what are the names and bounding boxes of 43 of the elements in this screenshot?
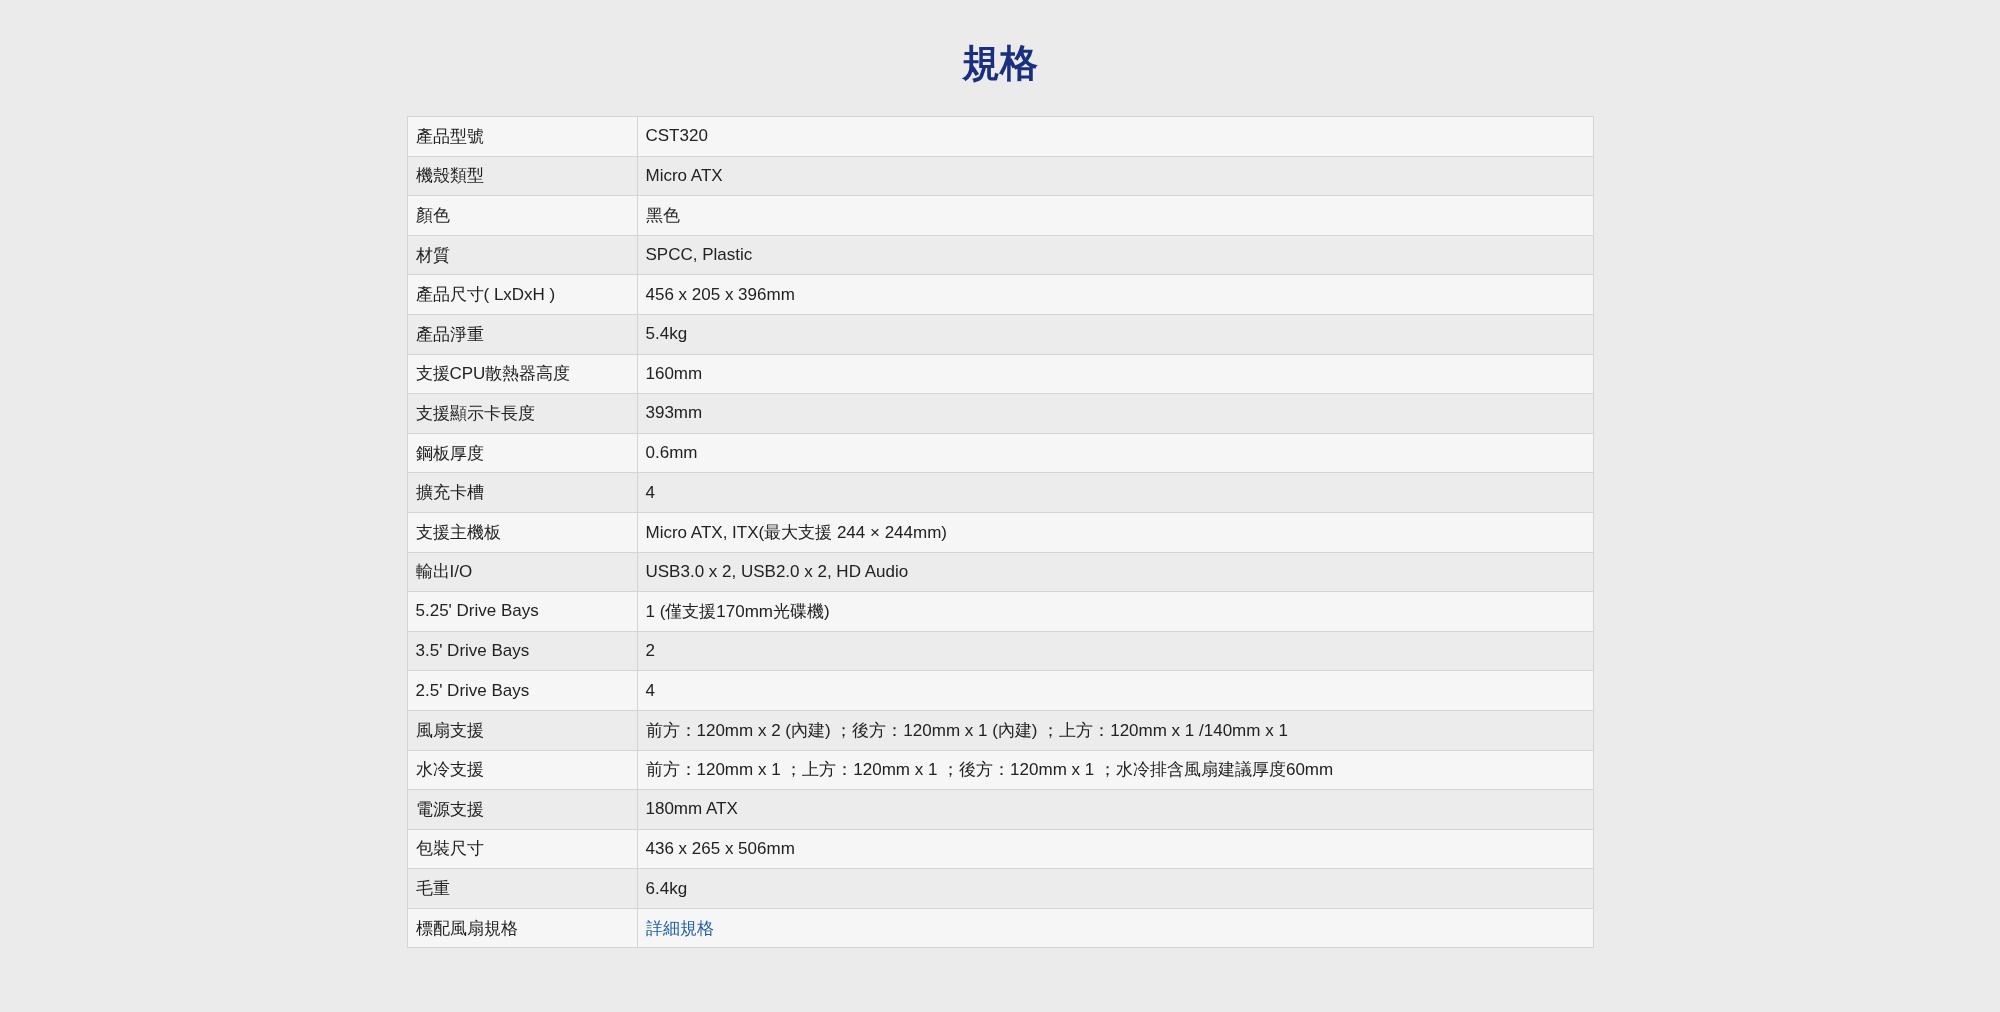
spec-value: SPCC, Plastic xyxy=(637,235,1593,275)
spec-value: 436 x 265 x 506mm xyxy=(637,829,1593,869)
spec-label: 5.25' Drive Bays xyxy=(407,591,637,632)
spec-label: 2.5' Drive Bays xyxy=(407,670,637,711)
spec-label: 顏色 xyxy=(407,195,637,236)
spec-label: 標配風扇規格 xyxy=(407,908,637,948)
spec-value: 黑色 xyxy=(637,195,1593,236)
spec-label: 水冷支援 xyxy=(407,750,637,790)
spec-value: CST320 xyxy=(637,116,1593,157)
spec-label: 輸出I/O xyxy=(407,552,637,592)
spec-label: 支援CPU散熱器高度 xyxy=(407,354,637,394)
spec-label: 支援主機板 xyxy=(407,512,637,553)
spec-label: 支援顯示卡長度 xyxy=(407,393,637,434)
spec-value: 456 x 205 x 396mm xyxy=(637,274,1593,315)
spec-label: 3.5' Drive Bays xyxy=(407,631,637,671)
spec-value: 0.6mm xyxy=(637,433,1593,473)
spec-label: 產品型號 xyxy=(407,116,637,157)
spec-label: 材質 xyxy=(407,235,637,275)
spec-value: 393mm xyxy=(637,393,1593,434)
spec-value: Micro ATX, ITX(最大支援 244 × 244mm) xyxy=(637,512,1593,553)
spec-value: 4 xyxy=(637,670,1593,711)
spec-label: 風扇支援 xyxy=(407,710,637,750)
spec-label: 機殼類型 xyxy=(407,156,637,196)
spec-value: 前方：120mm x 1 ；上方：120mm x 1 ；後方：120mm x 1 ；水冷排含風扇建議厚度60mm xyxy=(637,750,1593,790)
spec-value: 1 (僅支援170mm光碟機) xyxy=(637,591,1593,632)
spec-value: 前方：120mm x 2 (內建) ；後方：120mm x 1 (內建) ；上方：120mm x 1 /140mm x 1 xyxy=(637,710,1593,750)
spec-label: 包裝尺寸 xyxy=(407,829,637,869)
details-link[interactable]: 詳細規格 xyxy=(645,918,714,938)
spec-value: 6.4kg xyxy=(637,868,1593,909)
page-title: 規格 xyxy=(962,41,1038,86)
spec-label: 產品尺寸( LxDxH ) xyxy=(407,274,637,315)
spec-value: 4 xyxy=(637,472,1593,513)
spec-label: 毛重 xyxy=(407,868,637,909)
spec-label: 擴充卡槽 xyxy=(407,472,637,513)
spec-value: USB3.0 x 2, USB2.0 x 2, HD Audio xyxy=(637,552,1593,592)
spec-label: 鋼板厚度 xyxy=(407,433,637,473)
spec-value: 2 xyxy=(637,631,1593,671)
spec-value: 160mm xyxy=(637,354,1593,394)
spec-label: 電源支援 xyxy=(407,789,637,830)
spec-label: 產品淨重 xyxy=(407,314,637,355)
spec-value: Micro ATX xyxy=(637,156,1593,196)
spec-value: 180mm ATX xyxy=(637,789,1593,830)
spec-value: 5.4kg xyxy=(637,314,1593,355)
